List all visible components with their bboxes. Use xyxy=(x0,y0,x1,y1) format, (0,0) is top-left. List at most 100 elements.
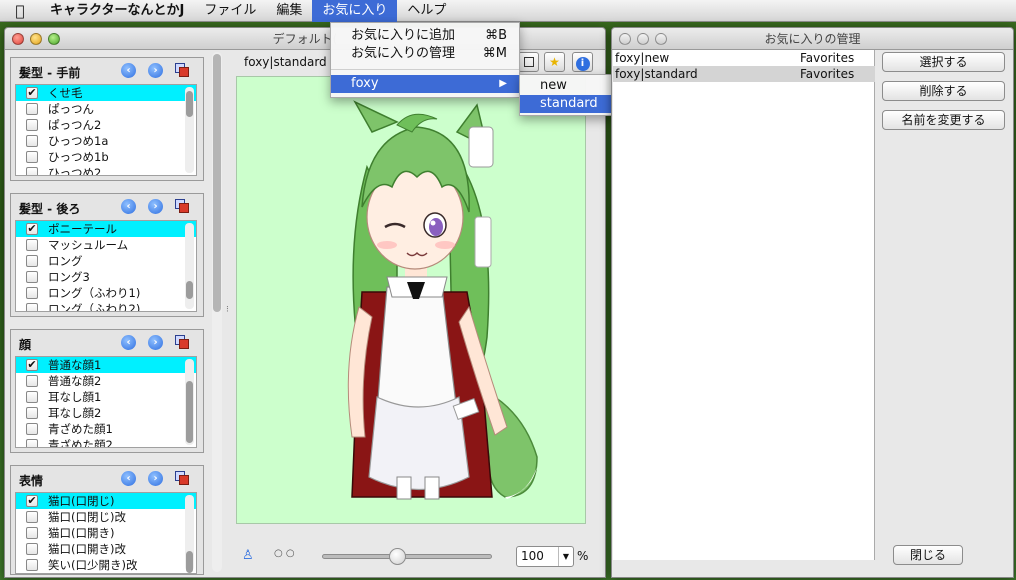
zoom-window-button[interactable] xyxy=(655,33,667,45)
character-icon[interactable]: ♙ xyxy=(242,548,254,563)
prev-arrow-icon[interactable]: ‹ xyxy=(121,199,136,214)
menu-help[interactable]: ヘルプ xyxy=(397,0,456,22)
next-arrow-icon[interactable]: › xyxy=(148,471,163,486)
checkbox[interactable] xyxy=(26,391,38,403)
checkbox[interactable] xyxy=(26,167,38,175)
list-scrollbar[interactable] xyxy=(185,87,194,173)
list-scrollbar-thumb[interactable] xyxy=(186,91,193,117)
next-arrow-icon[interactable]: › xyxy=(148,63,163,78)
checkbox[interactable]: ✔ xyxy=(26,87,38,99)
checkbox[interactable]: ✔ xyxy=(26,359,38,371)
select-button[interactable]: 選択する xyxy=(882,52,1005,72)
favorite-star-button[interactable]: ★ xyxy=(544,52,565,72)
list-item[interactable]: 青ざめた顔1 xyxy=(16,421,196,437)
checkbox[interactable] xyxy=(26,271,38,283)
menu-item-manage-favorites[interactable]: お気に入りの管理 ⌘M xyxy=(331,45,519,63)
list-item[interactable]: 普通な顔2 xyxy=(16,373,196,389)
close-window-button[interactable] xyxy=(12,33,24,45)
list-item[interactable]: ロング xyxy=(16,253,196,269)
submenu-item-standard[interactable]: standard xyxy=(520,95,619,113)
close-window-button[interactable] xyxy=(619,33,631,45)
apple-menu-icon[interactable]:  xyxy=(0,0,40,22)
submenu-item-new[interactable]: new xyxy=(520,77,619,95)
minimize-window-button[interactable] xyxy=(637,33,649,45)
zoom-slider-track[interactable] xyxy=(322,548,492,565)
list-scrollbar[interactable] xyxy=(185,359,194,445)
list-item[interactable]: ✔ 猫口(口閉じ) xyxy=(16,493,196,509)
checkbox[interactable] xyxy=(26,287,38,299)
checkbox[interactable] xyxy=(26,527,38,539)
list-scrollbar[interactable] xyxy=(185,223,194,309)
list-item[interactable]: ロング（ふわり1) xyxy=(16,285,196,301)
checkbox[interactable] xyxy=(26,303,38,311)
list-item[interactable]: ロング3 xyxy=(16,269,196,285)
copy-icon[interactable] xyxy=(175,471,190,486)
list-item[interactable]: ロング（ふわり2) xyxy=(16,301,196,311)
table-row-selected[interactable]: foxy|standard Favorites xyxy=(613,66,875,82)
list-item[interactable]: 青ざめた顔2 xyxy=(16,437,196,447)
list-scrollbar-thumb[interactable] xyxy=(186,551,193,573)
zoom-slider-thumb[interactable] xyxy=(389,548,406,565)
list-item[interactable]: ✔ 普通な顔1 xyxy=(16,357,196,373)
menu-edit[interactable]: 編集 xyxy=(266,0,312,22)
list-item[interactable]: 猫口(口開き) xyxy=(16,525,196,541)
checkbox[interactable] xyxy=(26,423,38,435)
menu-item-foxy[interactable]: foxy ▶ xyxy=(331,75,519,93)
list-item[interactable]: ✔ くせ毛 xyxy=(16,85,196,101)
checkbox[interactable] xyxy=(26,255,38,267)
copy-toolbar-button[interactable] xyxy=(518,52,539,72)
app-menu[interactable]: キャラクターなんとかJ xyxy=(40,0,194,22)
splitter-handle[interactable]: ⁝ xyxy=(226,305,229,315)
copy-icon[interactable] xyxy=(175,199,190,214)
list-item[interactable]: ぱっつん2 xyxy=(16,117,196,133)
copy-icon[interactable] xyxy=(175,335,190,350)
checkbox[interactable] xyxy=(26,407,38,419)
info-button[interactable]: i xyxy=(572,52,593,72)
checkbox[interactable] xyxy=(26,375,38,387)
prev-arrow-icon[interactable]: ‹ xyxy=(121,335,136,350)
list-scrollbar[interactable] xyxy=(185,495,194,573)
checkbox[interactable] xyxy=(26,135,38,147)
list-item[interactable]: 耳なし顔2 xyxy=(16,405,196,421)
checkbox[interactable] xyxy=(26,239,38,251)
prev-arrow-icon[interactable]: ‹ xyxy=(121,63,136,78)
minimize-window-button[interactable] xyxy=(30,33,42,45)
character-preview[interactable] xyxy=(236,76,586,524)
zoom-window-button[interactable] xyxy=(48,33,60,45)
list-item[interactable]: 猫口(口開き)改 xyxy=(16,541,196,557)
checkbox[interactable] xyxy=(26,511,38,523)
list-item[interactable]: ひっつめ1a xyxy=(16,133,196,149)
list-item[interactable]: ✔ ポニーテール xyxy=(16,221,196,237)
zoom-combo[interactable]: 100 ▼ xyxy=(516,546,574,567)
checkbox[interactable] xyxy=(26,439,38,447)
menu-favorites[interactable]: お気に入り xyxy=(312,0,398,22)
checkbox[interactable] xyxy=(26,151,38,163)
page-dots-icon[interactable]: ○ ○ xyxy=(274,548,295,559)
list-item[interactable]: 耳なし顔1 xyxy=(16,389,196,405)
delete-button[interactable]: 削除する xyxy=(882,81,1005,101)
checkbox[interactable] xyxy=(26,103,38,115)
menu-file[interactable]: ファイル xyxy=(194,0,266,22)
list-item[interactable]: マッシュルーム xyxy=(16,237,196,253)
list-item[interactable]: ひっつめ1b xyxy=(16,149,196,165)
list-item[interactable]: ひっつめ2 xyxy=(16,165,196,175)
list-item[interactable]: ぱっつん xyxy=(16,101,196,117)
parts-scrollbar-thumb[interactable] xyxy=(213,54,221,312)
checkbox[interactable] xyxy=(26,543,38,555)
list-scrollbar-thumb[interactable] xyxy=(186,281,193,299)
close-button[interactable]: 閉じる xyxy=(893,545,963,565)
checkbox[interactable]: ✔ xyxy=(26,495,38,507)
next-arrow-icon[interactable]: › xyxy=(148,335,163,350)
parts-scrollbar[interactable] xyxy=(212,52,222,572)
checkbox[interactable]: ✔ xyxy=(26,223,38,235)
list-scrollbar-thumb[interactable] xyxy=(186,381,193,443)
list-item[interactable]: 猫口(口閉じ)改 xyxy=(16,509,196,525)
checkbox[interactable] xyxy=(26,559,38,571)
copy-icon[interactable] xyxy=(175,63,190,78)
chevron-down-icon[interactable]: ▼ xyxy=(558,547,573,566)
rename-button[interactable]: 名前を変更する xyxy=(882,110,1005,130)
table-row[interactable]: foxy|new Favorites xyxy=(613,50,875,66)
list-item[interactable]: 笑い(口少開き)改 xyxy=(16,557,196,573)
prev-arrow-icon[interactable]: ‹ xyxy=(121,471,136,486)
checkbox[interactable] xyxy=(26,119,38,131)
